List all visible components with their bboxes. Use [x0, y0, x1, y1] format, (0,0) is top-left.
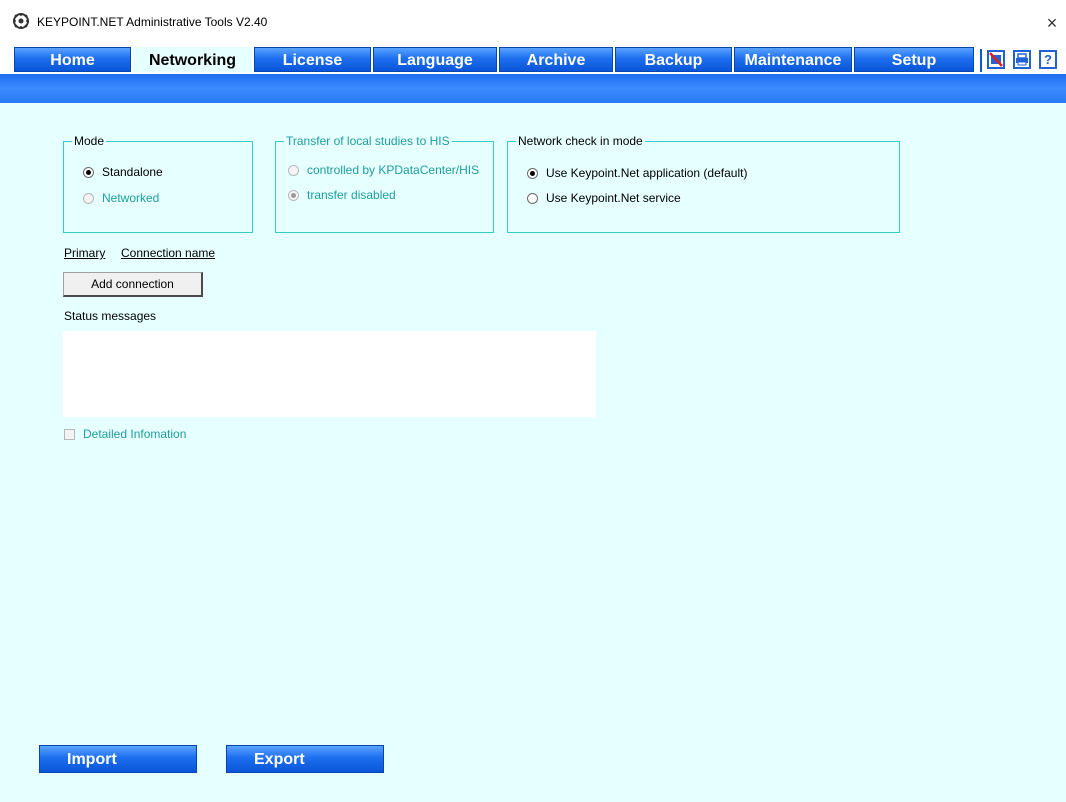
transfer-controlled-option[interactable]: controlled by KPDataCenter/HIS: [288, 163, 479, 177]
add-connection-button[interactable]: Add connection: [63, 272, 203, 297]
radio-button[interactable]: [83, 166, 94, 178]
close-button[interactable]: ×: [1038, 10, 1066, 36]
tab-backup[interactable]: Backup: [615, 47, 732, 72]
network-check-group-title: Network check in mode: [516, 134, 645, 148]
tab-archive[interactable]: Archive: [499, 47, 613, 72]
tab-bar: Home Networking License Language Archive…: [0, 45, 1066, 74]
printer-icon[interactable]: [1013, 50, 1031, 69]
detailed-information-label: Detailed Infomation: [83, 427, 187, 441]
network-check-group: Network check in mode Use Keypoint.Net a…: [507, 134, 900, 233]
radio-button[interactable]: [527, 192, 538, 204]
toolbar-separator: [980, 49, 982, 72]
tab-networking[interactable]: Networking: [133, 47, 252, 72]
tab-language[interactable]: Language: [373, 47, 497, 72]
tab-license[interactable]: License: [254, 47, 371, 72]
radio-button[interactable]: [527, 167, 538, 179]
tab-home[interactable]: Home: [14, 47, 131, 72]
status-messages-box: [63, 331, 596, 417]
export-button[interactable]: Export: [226, 745, 384, 773]
mode-networked-label: Networked: [102, 191, 160, 205]
tab-maintenance[interactable]: Maintenance: [734, 47, 852, 72]
transfer-disabled-option[interactable]: transfer disabled: [288, 188, 396, 202]
mode-standalone-label: Standalone: [102, 165, 163, 179]
use-service-option[interactable]: Use Keypoint.Net service: [527, 191, 681, 205]
no-network-icon[interactable]: [987, 50, 1005, 69]
radio-button[interactable]: [83, 192, 94, 204]
tab-setup[interactable]: Setup: [854, 47, 974, 72]
status-messages-label: Status messages: [64, 309, 157, 323]
mode-group-title: Mode: [72, 134, 107, 148]
checkbox[interactable]: [64, 428, 75, 440]
help-icon[interactable]: ?: [1039, 50, 1057, 69]
import-button[interactable]: Import: [39, 745, 197, 773]
header-strip: [0, 74, 1066, 103]
detailed-information-checkbox[interactable]: Detailed Infomation: [64, 427, 186, 441]
use-application-label: Use Keypoint.Net application (default): [546, 166, 748, 180]
use-service-label: Use Keypoint.Net service: [546, 191, 681, 205]
transfer-group: Transfer of local studies to HIS control…: [275, 134, 494, 233]
radio-button[interactable]: [288, 164, 299, 176]
primary-column-header[interactable]: Primary: [64, 246, 105, 260]
transfer-disabled-label: transfer disabled: [307, 188, 396, 202]
mode-group: Mode Standalone Networked: [63, 134, 253, 233]
window-title: KEYPOINT.NET Administrative Tools V2.40: [37, 15, 268, 29]
use-application-option[interactable]: Use Keypoint.Net application (default): [527, 166, 747, 180]
mode-standalone-option[interactable]: Standalone: [83, 165, 163, 179]
connection-name-column-header[interactable]: Connection name: [121, 246, 215, 260]
radio-button[interactable]: [288, 189, 299, 201]
transfer-controlled-label: controlled by KPDataCenter/HIS: [307, 163, 480, 177]
transfer-group-title: Transfer of local studies to HIS: [284, 134, 452, 148]
app-logo-icon: [13, 13, 29, 29]
mode-networked-option[interactable]: Networked: [83, 191, 159, 205]
title-bar: KEYPOINT.NET Administrative Tools V2.40 …: [0, 0, 1066, 45]
